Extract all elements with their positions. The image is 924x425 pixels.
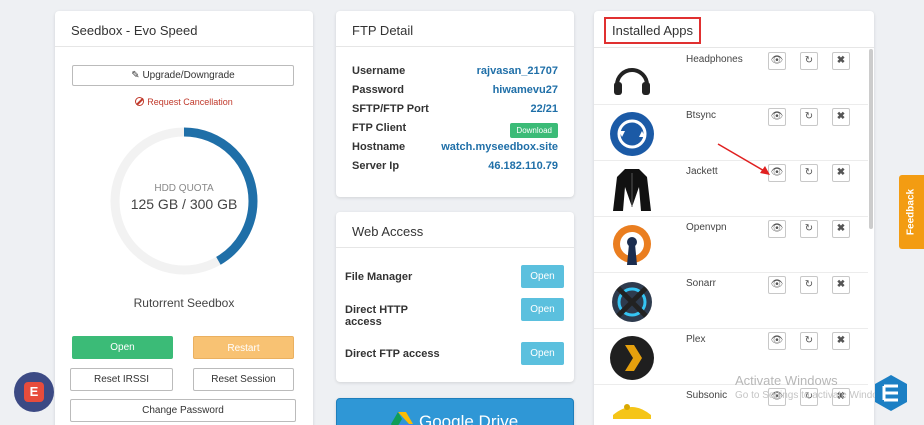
headphones-icon bbox=[614, 68, 650, 95]
remove-icon[interactable]: ✖ bbox=[832, 52, 850, 70]
google-drive-button[interactable]: Google Drive bbox=[336, 398, 574, 425]
direct-http-open-button[interactable]: Open bbox=[521, 298, 564, 321]
ftp-username-value: rajvasan_21707 bbox=[476, 65, 558, 77]
ftp-client-row: FTP Client Download bbox=[352, 122, 558, 140]
remove-icon[interactable]: ✖ bbox=[832, 108, 850, 126]
file-manager-label: File Manager bbox=[345, 271, 413, 283]
jacket-icon bbox=[613, 169, 651, 211]
refresh-icon[interactable]: ↻ bbox=[800, 52, 818, 70]
reset-session-button[interactable]: Reset Session bbox=[193, 368, 294, 391]
open-button[interactable]: Open bbox=[72, 336, 173, 359]
brand-logo-icon[interactable] bbox=[872, 374, 910, 412]
remove-icon[interactable]: ✖ bbox=[832, 164, 850, 182]
app-name: Sonarr bbox=[686, 278, 717, 289]
view-eye-icon[interactable]: 👁 bbox=[768, 332, 786, 350]
ftp-ip-value: 46.182.110.79 bbox=[488, 160, 558, 172]
direct-http-label: Direct HTTP access bbox=[345, 304, 408, 328]
seedbox-card: Seedbox - Evo Speed ✎ Upgrade/Downgrade … bbox=[55, 11, 313, 425]
ftp-hostname-key: Hostname bbox=[352, 141, 406, 153]
installed-apps-title: Installed Apps bbox=[604, 17, 701, 44]
app-name: Headphones bbox=[686, 54, 743, 65]
ftp-password-value: hiwamevu27 bbox=[492, 84, 558, 96]
app-name: Plex bbox=[686, 334, 706, 345]
reset-irssi-button[interactable]: Reset IRSSI bbox=[70, 368, 173, 391]
app-name: Btsync bbox=[686, 110, 717, 121]
ftp-detail-title: FTP Detail bbox=[336, 11, 574, 47]
refresh-icon[interactable]: ↻ bbox=[800, 332, 818, 350]
change-password-button[interactable]: Change Password bbox=[70, 399, 296, 422]
seedbox-title: Seedbox - Evo Speed bbox=[55, 11, 313, 47]
feedback-label: Feedback bbox=[905, 188, 917, 236]
view-eye-icon[interactable]: 👁 bbox=[768, 276, 786, 294]
app-row-sonarr: Sonarr 👁 ↻ ✖ bbox=[594, 273, 868, 329]
chat-logo-icon: E bbox=[24, 382, 44, 402]
pencil-icon: ✎ bbox=[131, 70, 140, 81]
installed-apps-card: Installed Apps Headphones 👁 ↻ ✖ Btsync 👁… bbox=[594, 11, 874, 425]
ftp-username-row: Username rajvasan_21707 bbox=[352, 65, 558, 83]
ftp-port-row: SFTP/FTP Port 22/21 bbox=[352, 103, 558, 121]
view-eye-icon[interactable]: 👁 bbox=[768, 52, 786, 70]
sonarr-icon bbox=[612, 282, 652, 322]
ftp-client-download-button[interactable]: Download bbox=[510, 123, 558, 138]
ftp-detail-card: FTP Detail Username rajvasan_21707 Passw… bbox=[336, 11, 574, 197]
chat-bubble[interactable]: E bbox=[14, 372, 54, 412]
hdd-quota-value: 125 GB / 300 GB bbox=[130, 196, 238, 212]
request-cancellation-link[interactable]: Request Cancellation bbox=[55, 97, 313, 107]
web-access-card: Web Access File Manager Open Direct HTTP… bbox=[336, 212, 574, 382]
web-access-title: Web Access bbox=[336, 212, 574, 248]
plex-icon bbox=[610, 336, 654, 380]
app-name: Jackett bbox=[686, 166, 718, 177]
refresh-icon[interactable]: ↻ bbox=[800, 220, 818, 238]
view-eye-icon[interactable]: 👁 bbox=[768, 220, 786, 238]
ftp-ip-key: Server Ip bbox=[352, 160, 400, 172]
subsonic-icon bbox=[613, 404, 651, 419]
remove-icon[interactable]: ✖ bbox=[832, 220, 850, 238]
seedbox-name: Rutorrent Seedbox bbox=[133, 296, 235, 310]
installed-apps-divider bbox=[594, 47, 874, 48]
file-manager-open-button[interactable]: Open bbox=[521, 265, 564, 288]
remove-icon[interactable]: ✖ bbox=[832, 332, 850, 350]
refresh-icon[interactable]: ↻ bbox=[800, 276, 818, 294]
direct-ftp-open-button[interactable]: Open bbox=[521, 342, 564, 365]
ftp-password-key: Password bbox=[352, 84, 404, 96]
google-drive-icon bbox=[391, 412, 413, 425]
view-eye-icon[interactable]: 👁 bbox=[768, 108, 786, 126]
activate-windows-title: Activate Windows bbox=[735, 373, 838, 388]
ftp-port-key: SFTP/FTP Port bbox=[352, 103, 429, 115]
btsync-icon bbox=[610, 112, 654, 156]
restart-button[interactable]: Restart bbox=[193, 336, 294, 359]
ftp-client-key: FTP Client bbox=[352, 122, 407, 134]
activate-windows-subtitle: Go to Settings to activate Windows. bbox=[735, 390, 893, 401]
hdd-quota-label: HDD QUOTA bbox=[154, 183, 214, 194]
app-row-openvpn: Openvpn 👁 ↻ ✖ bbox=[594, 217, 868, 273]
ftp-username-key: Username bbox=[352, 65, 406, 77]
openvpn-icon bbox=[613, 225, 651, 265]
direct-ftp-label: Direct FTP access bbox=[345, 348, 440, 360]
feedback-tab[interactable]: Feedback bbox=[899, 175, 924, 249]
app-row-headphones: Headphones 👁 ↻ ✖ bbox=[594, 49, 868, 105]
ftp-hostname-value: watch.myseedbox.site bbox=[441, 141, 558, 153]
apps-scrollbar[interactable] bbox=[869, 49, 873, 229]
ftp-ip-row: Server Ip 46.182.110.79 bbox=[352, 160, 558, 178]
upgrade-downgrade-button[interactable]: ✎ Upgrade/Downgrade bbox=[72, 65, 294, 86]
request-cancellation-label: Request Cancellation bbox=[147, 97, 233, 107]
annotation-arrow bbox=[717, 143, 770, 175]
ban-icon bbox=[135, 97, 145, 106]
google-drive-label: Google Drive bbox=[419, 412, 519, 425]
remove-icon[interactable]: ✖ bbox=[832, 276, 850, 294]
ftp-password-row: Password hiwamevu27 bbox=[352, 84, 558, 102]
ftp-port-value: 22/21 bbox=[530, 103, 558, 115]
app-name: Openvpn bbox=[686, 222, 727, 233]
app-name: Subsonic bbox=[686, 390, 728, 401]
refresh-icon[interactable]: ↻ bbox=[800, 164, 818, 182]
ftp-hostname-row: Hostname watch.myseedbox.site bbox=[352, 141, 558, 159]
refresh-icon[interactable]: ↻ bbox=[800, 108, 818, 126]
upgrade-downgrade-label: Upgrade/Downgrade bbox=[142, 70, 235, 81]
